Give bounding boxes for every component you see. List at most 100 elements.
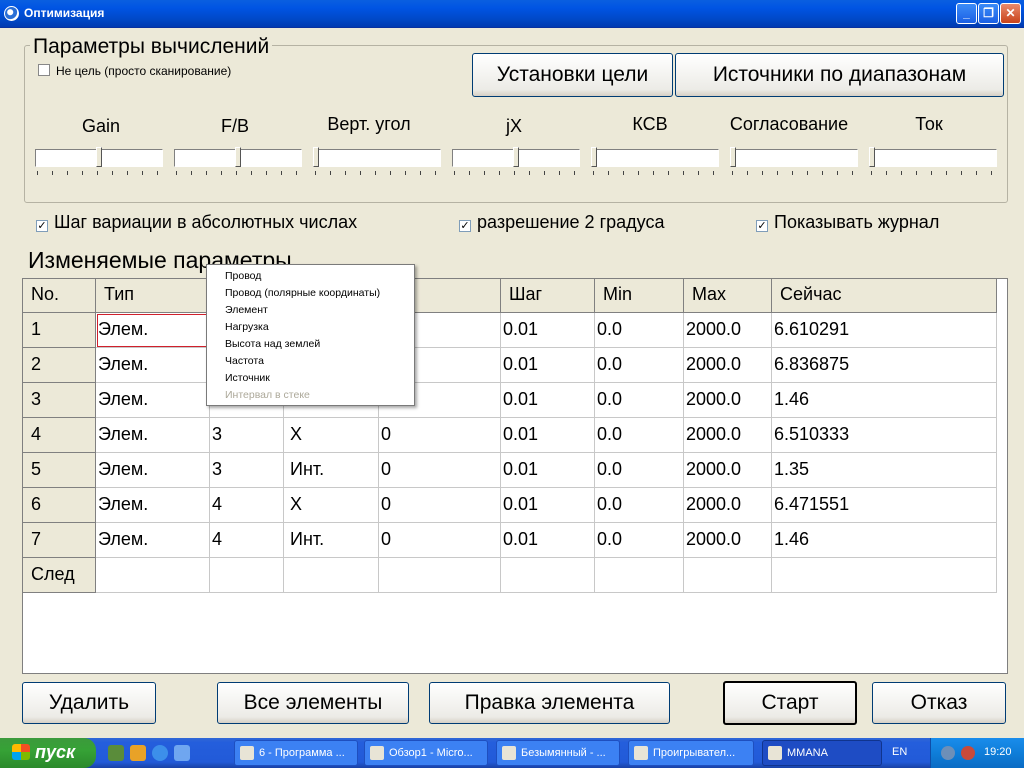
vert-angle-slider[interactable]: [313, 147, 441, 175]
variables-grid[interactable]: No. Тип оп Шаг Min Max Сейчас 1Элем.0.01…: [22, 278, 1008, 674]
cell-type[interactable]: Элем.: [96, 418, 210, 453]
show-log-box[interactable]: ✓: [756, 220, 768, 232]
gain-slider[interactable]: [35, 147, 163, 175]
menu-item[interactable]: Высота над землей: [207, 336, 414, 353]
cell-step[interactable]: 0.01: [501, 453, 595, 488]
jx-slider[interactable]: [452, 147, 580, 175]
res-2deg-checkbox[interactable]: ✓ разрешение 2 градуса: [459, 212, 664, 233]
menu-item[interactable]: Провод: [207, 268, 414, 285]
ie-icon[interactable]: [152, 745, 168, 761]
cell-min[interactable]: [595, 558, 684, 593]
slider-track[interactable]: [730, 149, 858, 167]
row-number[interactable]: 1: [23, 313, 96, 348]
cell-step[interactable]: 0.01: [501, 313, 595, 348]
slider-thumb[interactable]: [313, 147, 319, 167]
cell-c2[interactable]: 3: [210, 453, 284, 488]
slider-thumb[interactable]: [591, 147, 597, 167]
cell-type[interactable]: Элем.: [96, 383, 210, 418]
cell-type[interactable]: Элем.: [96, 453, 210, 488]
language-indicator[interactable]: EN: [892, 746, 907, 758]
taskbar-task[interactable]: 6 - Программа ...: [234, 740, 358, 766]
cell-c2[interactable]: 4: [210, 523, 284, 558]
cell-type[interactable]: Элем.: [96, 523, 210, 558]
row-number[interactable]: 4: [23, 418, 96, 453]
swr-slider[interactable]: [591, 147, 719, 175]
abs-step-box[interactable]: ✓: [36, 220, 48, 232]
cell-step[interactable]: 0.01: [501, 348, 595, 383]
menu-item[interactable]: Источник: [207, 370, 414, 387]
media-icon[interactable]: [130, 745, 146, 761]
cell-max[interactable]: 2000.0: [684, 418, 772, 453]
cell-max[interactable]: 2000.0: [684, 488, 772, 523]
menu-item[interactable]: Провод (полярные координаты): [207, 285, 414, 302]
cell-step[interactable]: 0.01: [501, 383, 595, 418]
cell-c3[interactable]: Инт.: [284, 523, 379, 558]
slider-thumb[interactable]: [513, 147, 519, 167]
slider-thumb[interactable]: [730, 147, 736, 167]
cancel-button[interactable]: Отказ: [872, 682, 1006, 724]
cell-min[interactable]: 0.0: [595, 523, 684, 558]
cell-c4[interactable]: 0: [379, 418, 501, 453]
no-target-checkbox[interactable]: Не цель (просто сканирование): [38, 64, 231, 78]
taskbar-task[interactable]: Безымянный - ...: [496, 740, 620, 766]
row-number[interactable]: 3: [23, 383, 96, 418]
slider-track[interactable]: [313, 149, 441, 167]
app-icon[interactable]: [4, 6, 19, 21]
row-number[interactable]: 6: [23, 488, 96, 523]
cell-max[interactable]: 2000.0: [684, 383, 772, 418]
col-header-no[interactable]: No.: [23, 279, 96, 313]
close-button[interactable]: ✕: [1000, 3, 1021, 24]
slider-track[interactable]: [591, 149, 719, 167]
fb-slider[interactable]: [174, 147, 302, 175]
desktop-icon[interactable]: [108, 745, 124, 761]
col-header-max[interactable]: Max: [684, 279, 772, 313]
cell-now[interactable]: 6.471551: [772, 488, 997, 523]
res-2deg-box[interactable]: ✓: [459, 220, 471, 232]
col-header-now[interactable]: Сейчас: [772, 279, 997, 313]
cell-min[interactable]: 0.0: [595, 418, 684, 453]
cell-c4[interactable]: 0: [379, 453, 501, 488]
all-elements-button[interactable]: Все элементы: [217, 682, 409, 724]
row-number[interactable]: След: [23, 558, 96, 593]
cell-max[interactable]: 2000.0: [684, 453, 772, 488]
cell-c4[interactable]: 0: [379, 523, 501, 558]
cell-max[interactable]: 2000.0: [684, 523, 772, 558]
cell-max[interactable]: 2000.0: [684, 313, 772, 348]
cell-max[interactable]: [684, 558, 772, 593]
cell-type[interactable]: Элем.: [96, 488, 210, 523]
cell-min[interactable]: 0.0: [595, 383, 684, 418]
target-settings-button[interactable]: Установки цели: [472, 53, 673, 97]
cell-max[interactable]: 2000.0: [684, 348, 772, 383]
cell-now[interactable]: 1.46: [772, 383, 997, 418]
col-header-type[interactable]: Тип: [96, 279, 210, 313]
network-icon[interactable]: [941, 746, 955, 760]
slider-track[interactable]: [869, 149, 997, 167]
abs-step-checkbox[interactable]: ✓ Шаг вариации в абсолютных числах: [36, 212, 357, 233]
slider-thumb[interactable]: [869, 147, 875, 167]
cell-type[interactable]: Элем.: [96, 348, 210, 383]
col-header-min[interactable]: Min: [595, 279, 684, 313]
slider-thumb[interactable]: [235, 147, 241, 167]
band-sources-button[interactable]: Источники по диапазонам: [675, 53, 1004, 97]
no-target-box[interactable]: [38, 64, 50, 76]
minimize-button[interactable]: _: [956, 3, 977, 24]
row-number[interactable]: 7: [23, 523, 96, 558]
slider-thumb[interactable]: [96, 147, 102, 167]
cell-c3[interactable]: [284, 558, 379, 593]
cell-now[interactable]: 1.46: [772, 523, 997, 558]
cell-now[interactable]: 6.610291: [772, 313, 997, 348]
cell-c4[interactable]: 0: [379, 488, 501, 523]
cell-c3[interactable]: Инт.: [284, 453, 379, 488]
show-log-checkbox[interactable]: ✓ Показывать журнал: [756, 212, 939, 233]
taskbar-task[interactable]: Обзор1 - Micro...: [364, 740, 488, 766]
cell-now[interactable]: [772, 558, 997, 593]
cell-now[interactable]: 6.510333: [772, 418, 997, 453]
cell-c3[interactable]: X: [284, 488, 379, 523]
row-number[interactable]: 5: [23, 453, 96, 488]
cell-min[interactable]: 0.0: [595, 313, 684, 348]
cell-min[interactable]: 0.0: [595, 348, 684, 383]
cell-c2[interactable]: [210, 558, 284, 593]
row-number[interactable]: 2: [23, 348, 96, 383]
cell-now[interactable]: 1.35: [772, 453, 997, 488]
maximize-button[interactable]: ❐: [978, 3, 999, 24]
